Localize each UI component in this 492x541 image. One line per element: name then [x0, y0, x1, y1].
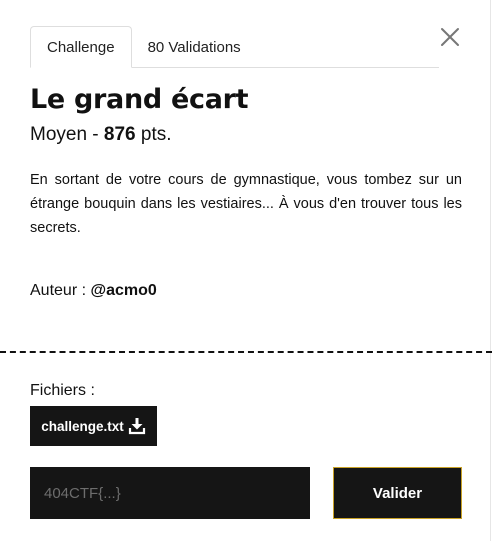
challenge-title: Le grand écart — [30, 84, 249, 115]
challenge-description: En sortant de votre cours de gymnastique… — [30, 172, 462, 236]
tab-label: 80 Validations — [147, 38, 241, 56]
download-file-button[interactable]: challenge.txt — [30, 406, 157, 446]
submit-button[interactable]: Valider — [333, 467, 462, 519]
section-divider — [0, 351, 492, 353]
tab-label: Challenge — [47, 38, 115, 56]
difficulty-label: Moyen — [30, 124, 88, 145]
author-line: Auteur : @acmo0 — [30, 282, 157, 300]
points-value: 876 — [103, 124, 136, 145]
challenge-subtitle: Moyen - 876 pts. — [30, 124, 172, 146]
download-icon — [128, 418, 145, 435]
tab-bar: Challenge 80 Validations — [30, 25, 439, 68]
flag-input[interactable] — [30, 467, 310, 519]
points-suffix: pts. — [135, 124, 172, 145]
file-name: challenge.txt — [41, 418, 124, 434]
tab-validations[interactable]: 80 Validations — [132, 27, 257, 67]
close-icon — [441, 28, 459, 46]
author-label: Auteur : — [30, 282, 91, 299]
close-button[interactable] — [438, 25, 462, 49]
panel-border — [490, 0, 491, 541]
challenge-panel: Challenge 80 Validations Le grand écart … — [0, 0, 492, 541]
files-label: Fichiers : — [30, 382, 95, 399]
separator: - — [87, 124, 104, 145]
author-name: @acmo0 — [90, 282, 157, 299]
tab-challenge[interactable]: Challenge — [30, 26, 132, 68]
